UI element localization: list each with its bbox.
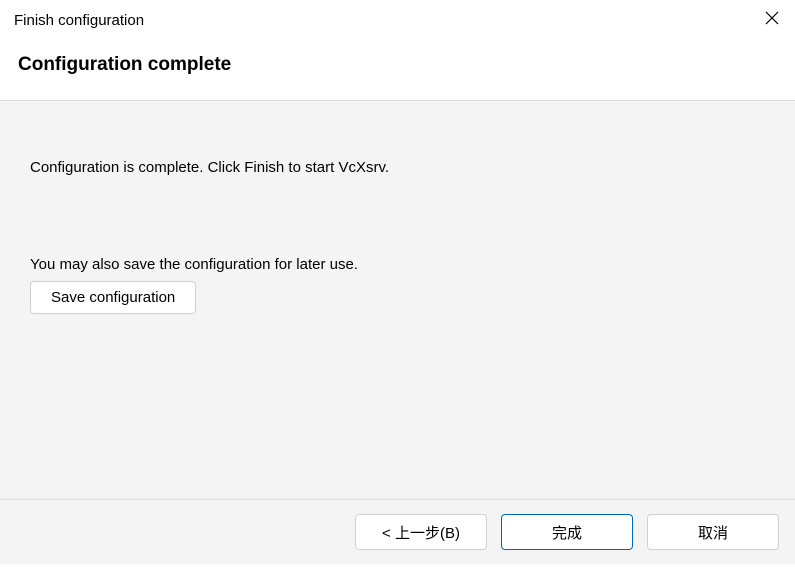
finish-button[interactable]: 完成: [501, 514, 633, 550]
close-button[interactable]: [749, 0, 795, 40]
cancel-button[interactable]: 取消: [647, 514, 779, 550]
back-button[interactable]: < 上一步(B): [355, 514, 487, 550]
footer: < 上一步(B) 完成 取消: [0, 500, 795, 564]
content-area: Configuration is complete. Click Finish …: [0, 101, 795, 500]
header-band: Configuration complete: [0, 40, 795, 101]
secondary-message: You may also save the configuration for …: [30, 256, 765, 273]
titlebar: Finish configuration: [0, 0, 795, 40]
page-title: Configuration complete: [18, 54, 777, 76]
save-configuration-button[interactable]: Save configuration: [30, 281, 196, 314]
main-message: Configuration is complete. Click Finish …: [30, 157, 765, 178]
window-title: Finish configuration: [14, 12, 144, 29]
close-icon: [765, 11, 779, 30]
